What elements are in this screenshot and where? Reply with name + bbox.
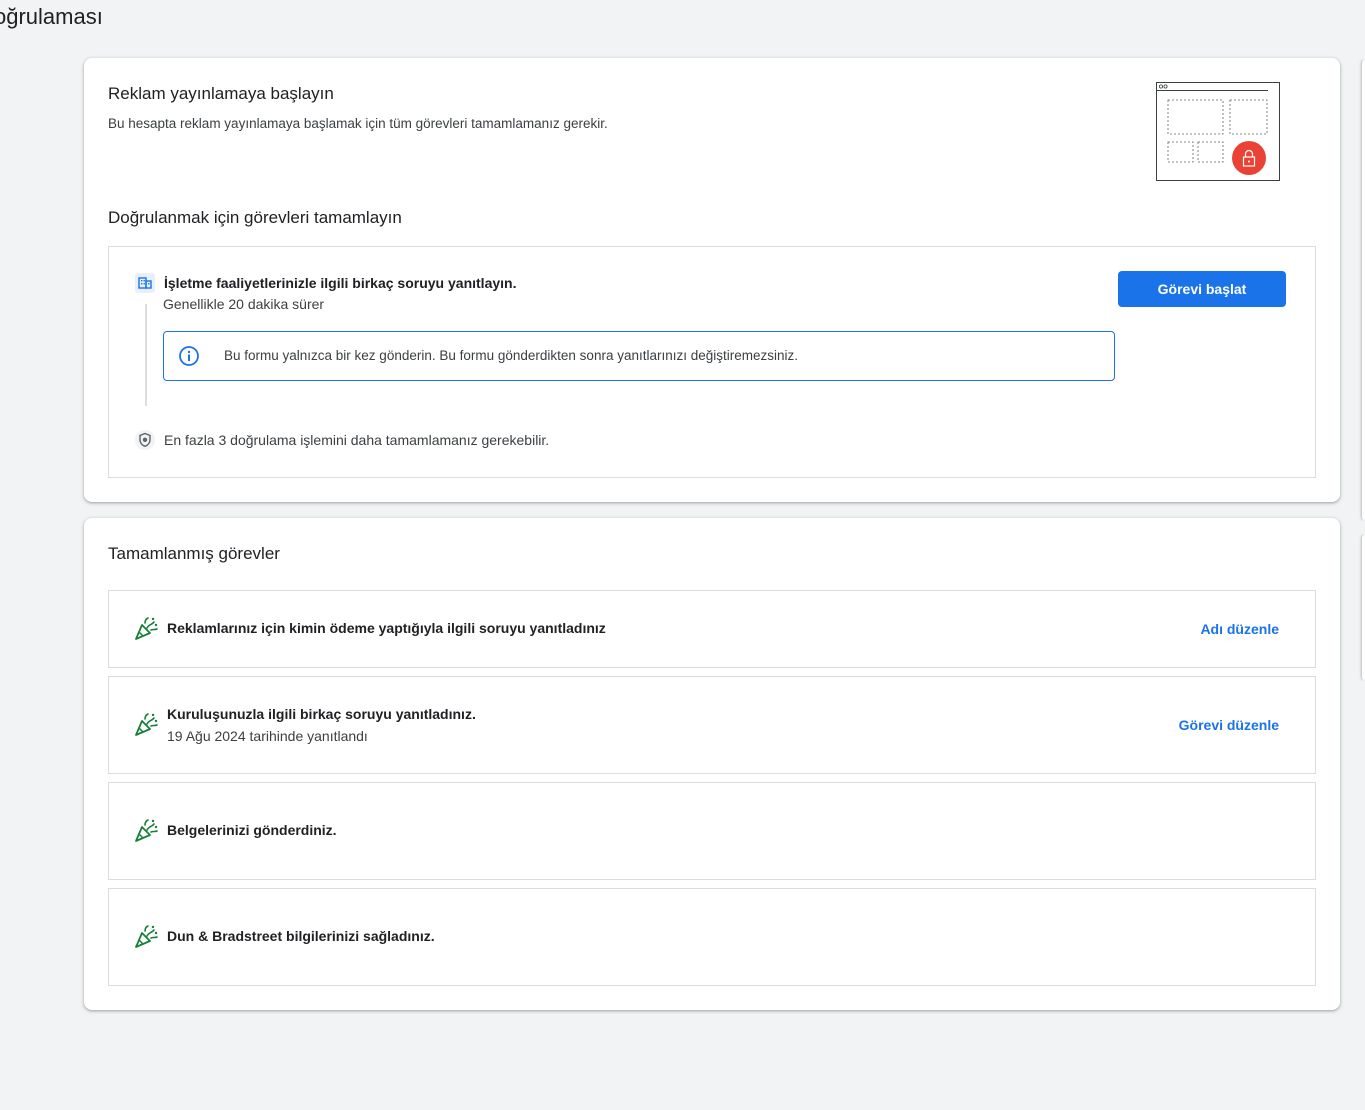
- completed-task-row: Reklamlarınız için kimin ödeme yaptığıyl…: [108, 590, 1316, 668]
- completed-task-title: Reklamlarınız için kimin ödeme yaptığıyl…: [167, 620, 606, 636]
- building-icon: [135, 273, 155, 293]
- completed-task-row: Belgelerinizi gönderdiniz.: [108, 782, 1316, 880]
- completed-task-row: Kuruluşunuzla ilgili birkaç soruyu yanıt…: [108, 676, 1316, 774]
- completed-task-title: Dun & Bradstreet bilgilerinizi sağladını…: [167, 928, 435, 944]
- info-icon: [179, 346, 199, 366]
- info-notice: Bu formu yalnızca bir kez gönderin. Bu f…: [163, 331, 1115, 381]
- completed-task-row: Dun & Bradstreet bilgilerinizi sağladını…: [108, 888, 1316, 986]
- completed-tasks-card: Tamamlanmış görevler Reklamlarınız için …: [84, 518, 1340, 1010]
- shield-icon: [135, 430, 155, 450]
- edit-name-link[interactable]: Adı düzenle: [1200, 621, 1279, 637]
- info-text: Bu formu yalnızca bir kez gönderin. Bu f…: [224, 348, 799, 363]
- intro-title: Reklam yayınlamaya başlayın: [108, 84, 334, 103]
- task-duration: Genellikle 20 dakika sürer: [163, 296, 325, 312]
- pending-task: İşletme faaliyetlerinizle ilgili birkaç …: [108, 246, 1316, 478]
- page-title: oğrulaması: [0, 4, 103, 29]
- start-task-button[interactable]: Görevi başlat: [1118, 271, 1286, 307]
- task-title: İşletme faaliyetlerinizle ilgili birkaç …: [164, 275, 517, 291]
- party-popper-icon: [135, 925, 158, 948]
- completed-task-date: 19 Ağu 2024 tarihinde yanıtlandı: [167, 728, 368, 744]
- edit-task-link[interactable]: Görevi düzenle: [1179, 717, 1279, 733]
- completed-task-title: Belgelerinizi gönderdiniz.: [167, 822, 337, 838]
- remaining-verifications-text: En fazla 3 doğrulama işlemini daha tamam…: [164, 432, 550, 448]
- completed-section-title: Tamamlanmış görevler: [108, 544, 280, 563]
- verification-section-title: Doğrulanmak için görevleri tamamlayın: [108, 208, 402, 227]
- party-popper-icon: [135, 713, 158, 736]
- intro-description: Bu hesapta reklam yayınlamaya başlamak i…: [108, 116, 608, 131]
- party-popper-icon: [135, 617, 158, 640]
- task-connector-line: [145, 304, 147, 406]
- locked-browser-illustration: [1156, 82, 1280, 181]
- party-popper-icon: [135, 819, 158, 842]
- completed-task-title: Kuruluşunuzla ilgili birkaç soruyu yanıt…: [167, 706, 476, 722]
- verification-card: Reklam yayınlamaya başlayın Bu hesapta r…: [84, 58, 1340, 502]
